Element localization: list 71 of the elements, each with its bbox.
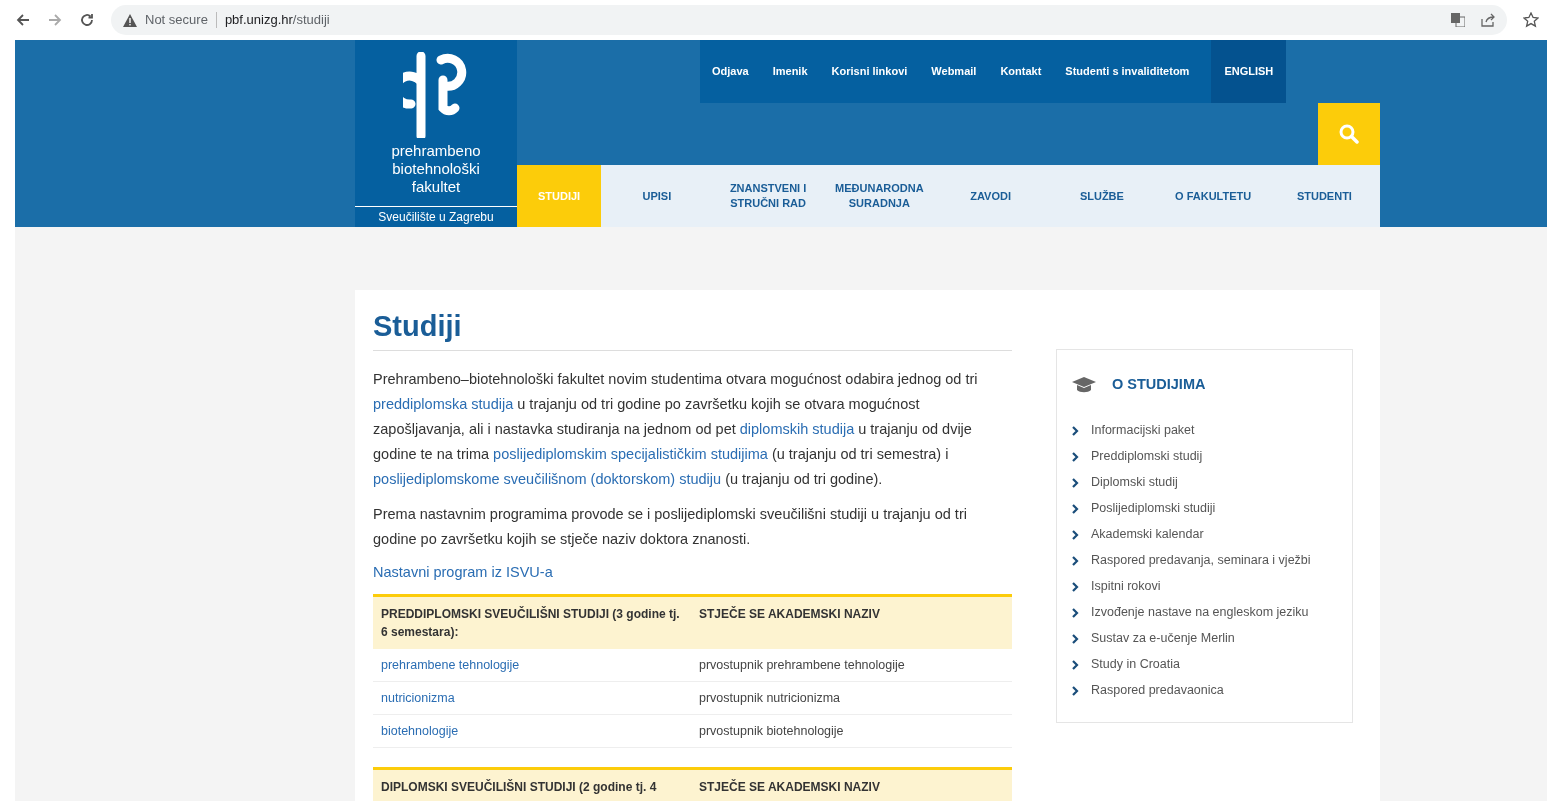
warning-icon	[123, 13, 137, 27]
sidebar-link[interactable]: Poslijediplomski studiji	[1091, 499, 1216, 519]
chevron-icon	[1072, 633, 1079, 644]
text-link[interactable]: preddiplomska studija	[373, 396, 514, 412]
share-icon[interactable]	[1481, 13, 1495, 27]
text-link[interactable]: diplomskih studija	[739, 421, 855, 437]
top-link[interactable]: Webmail	[919, 40, 989, 103]
security-label: Not secure	[145, 11, 208, 30]
url-text: pbf.unizg.hr/studiji	[224, 11, 330, 30]
table-cell-text: prvostupnik biotehnologije	[699, 722, 845, 740]
body-paragraph: Prema nastavnim programima provode se i poslijediplomski sveučilišni studiji u trajanju od tri godine po završetku kojih se stječe naziv doktora znanosti.	[373, 505, 968, 549]
back-icon[interactable]	[15, 12, 31, 28]
column-heading: STJEČE SE AKADEMSKI NAZIV	[699, 605, 881, 623]
table-cell-text: prvostupnik nutricionizma	[699, 689, 842, 707]
nav-tab[interactable]: ZNANSTVENI I STRUČNI RAD	[712, 165, 824, 227]
table-cell-text: prvostupnik prehrambene tehnologije	[699, 656, 906, 674]
sidebar-title: O STUDIJIMA	[1112, 375, 1206, 394]
nav-tab[interactable]: STUDENTI	[1268, 165, 1381, 227]
nav-tab[interactable]: UPISI	[601, 165, 713, 227]
sidebar-link[interactable]: Akademski kalendar	[1091, 525, 1204, 545]
reload-icon[interactable]	[79, 12, 95, 28]
chevron-icon	[1072, 607, 1079, 618]
graduation-cap-icon	[1072, 376, 1096, 393]
page-title: Studiji	[373, 306, 1012, 351]
text-link[interactable]: poslijediplomskome sveučilišnom (doktorskom) studiju	[373, 471, 722, 487]
top-link[interactable]: Studenti s invaliditetom	[1053, 40, 1202, 103]
top-link[interactable]: Kontakt	[988, 40, 1054, 103]
sidebar-link[interactable]: Diplomski studij	[1091, 473, 1178, 493]
column-heading: DIPLOMSKI SVEUČILIŠNI STUDIJI (2 godine tj. 4	[381, 778, 658, 796]
translate-icon[interactable]	[1451, 13, 1465, 27]
search-icon	[1339, 124, 1359, 144]
star-icon[interactable]	[1523, 12, 1539, 28]
column-heading: PREDDIPLOMSKI SVEUČILIŠNI STUDIJI (3 godine tj. 6 semestara):	[381, 605, 681, 641]
chevron-icon	[1072, 477, 1079, 488]
program-link[interactable]: Nastavni program iz ISVU-a	[373, 560, 1012, 585]
nav-tab[interactable]: O FAKULTETU	[1157, 165, 1269, 227]
sidebar-link[interactable]: Sustav za e-učenje Merlin	[1091, 629, 1235, 649]
sidebar-link[interactable]: Study in Croatia	[1091, 655, 1180, 675]
chevron-icon	[1072, 503, 1079, 514]
top-link[interactable]: Imenik	[760, 40, 820, 103]
sidebar-link[interactable]: Raspored predavaonica	[1091, 681, 1224, 701]
sidebar-link[interactable]: Raspored predavanja, seminara i vježbi	[1091, 551, 1311, 571]
address-bar[interactable]: Not secure pbf.unizg.hr/studiji	[111, 5, 1507, 35]
nav-tab[interactable]: MEĐUNARODNA SURADNJA	[823, 165, 935, 227]
top-link[interactable]: Odjava	[700, 40, 761, 103]
chevron-icon	[1072, 659, 1079, 670]
chevron-icon	[1072, 425, 1079, 436]
logo-text: fakultet	[411, 178, 461, 196]
chevron-icon	[1072, 581, 1079, 592]
column-heading: STJEČE SE AKADEMSKI NAZIV	[699, 778, 881, 796]
program-link[interactable]: nutricionizma	[381, 688, 699, 708]
text-link[interactable]: poslijediplomskim specijalističkim studijima	[493, 446, 768, 462]
logo-text: biotehnološki	[392, 160, 480, 178]
nav-tab[interactable]: SLUŽBE	[1046, 165, 1158, 227]
sidebar-link[interactable]: Preddiplomski studij	[1091, 447, 1203, 467]
body-paragraph: Prehrambeno–biotehnološki fakultet novim studentima otvara mogućnost odabira jednog od tri preddiplomska studija u trajanju od tri godine po završetku kojih se otvara mogućnost zapošljavanja, ali i nastavka studiranja na jednom od pet diplomskih studija u trajanju od dvije godine te na trima poslijediplomskim specijalističkim studijima (u trajanju od tri semestra) i poslijediplomskome sveučilišnom (doktorskom) studiju (u trajanju od tri godine).	[373, 370, 979, 489]
sidebar-link[interactable]: Informacijski paket	[1091, 421, 1195, 441]
top-link[interactable]: ENGLISH	[1211, 40, 1287, 103]
logo-text: prehrambeno	[391, 142, 481, 160]
chevron-icon	[1072, 451, 1079, 462]
nav-tab[interactable]: ZAVODI	[935, 165, 1047, 227]
chevron-icon	[1072, 555, 1079, 566]
program-link[interactable]: prehrambene tehnologije	[381, 655, 699, 675]
top-link[interactable]: Korisni linkovi	[819, 40, 920, 103]
program-link[interactable]: biotehnologije	[381, 721, 699, 741]
sidebar-link[interactable]: Izvođenje nastave na engleskom jeziku	[1091, 603, 1309, 623]
sidebar-link[interactable]: Ispitni rokovi	[1091, 577, 1161, 597]
university-name: Sveučilište u Zagrebu	[378, 209, 494, 226]
chevron-icon	[1072, 529, 1079, 540]
chevron-icon	[1072, 685, 1079, 696]
logo-icon	[403, 52, 469, 138]
